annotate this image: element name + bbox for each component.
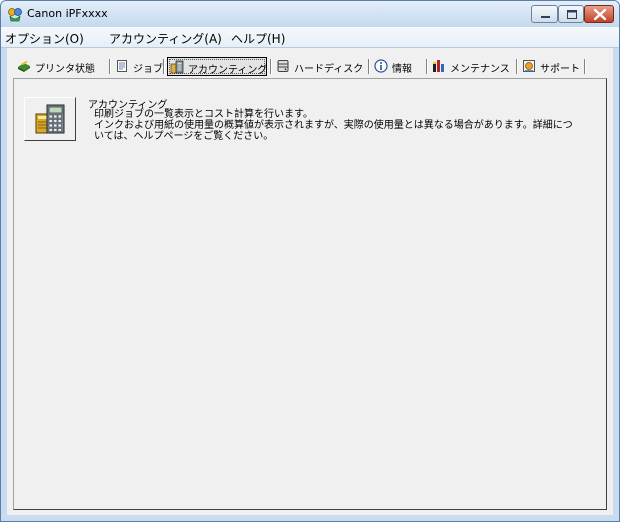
tab-label: メンテナンス	[450, 64, 510, 75]
tab-label: 情報	[392, 64, 412, 75]
minimize-button[interactable]	[531, 5, 558, 23]
tab-separator	[368, 59, 370, 74]
tab-label: アカウンティング	[188, 65, 268, 76]
maintenance-icon	[433, 60, 444, 72]
tab-separator	[270, 59, 272, 74]
tab-hard-disk[interactable]: ハードディスク	[274, 57, 366, 76]
job-icon	[117, 60, 127, 72]
description-line: 印刷ジョブの一覧表示とコスト計算を行います。	[94, 109, 313, 120]
close-button[interactable]	[584, 5, 614, 23]
title-bar[interactable]: Canon iPFxxxx	[1, 1, 619, 27]
info-icon	[374, 59, 388, 73]
minimize-icon	[541, 16, 550, 18]
tab-maintenance[interactable]: メンテナンス	[430, 57, 514, 76]
accounting-calculator-icon	[35, 104, 65, 134]
tab-separator	[163, 59, 165, 74]
menu-bar: オプション(O) アカウンティング(A) ヘルプ(H)	[1, 27, 619, 48]
client-area: プリンタ状態 ジョブ アカウンティング ハードディスク 情報 メンテナンス サポ…	[7, 48, 613, 515]
application-window: Canon iPFxxxx オプション(O) アカウンティング(A) ヘルプ(H…	[0, 0, 620, 522]
canon-app-icon	[8, 8, 22, 22]
menu-accounting[interactable]: アカウンティング(A)	[109, 30, 222, 47]
tab-info[interactable]: 情報	[372, 57, 424, 76]
description-line: インクおよび用紙の使用量の概算値が表示されますが、実際の使用量とは異なる場合があ…	[94, 120, 573, 131]
tab-label: プリンタ状態	[35, 64, 95, 75]
maximize-button[interactable]	[558, 5, 584, 23]
description-line: いては、ヘルプページをご覧ください。	[94, 131, 274, 142]
tab-label: ジョブ	[133, 64, 163, 75]
tab-separator	[584, 59, 586, 74]
hard-disk-icon	[277, 60, 289, 72]
printer-status-icon	[18, 61, 30, 72]
tab-separator	[109, 59, 111, 74]
tab-label: ハードディスク	[294, 64, 364, 75]
accounting-panel: アカウンティング 印刷ジョブの一覧表示とコスト計算を行います。 インクおよび用紙…	[13, 78, 607, 510]
tab-printer-status[interactable]: プリンタ状態	[15, 57, 107, 76]
tab-separator	[516, 59, 518, 74]
tab-job[interactable]: ジョブ	[113, 57, 163, 76]
accounting-description: 印刷ジョブの一覧表示とコスト計算を行います。 インクおよび用紙の使用量の概算値が…	[94, 109, 594, 142]
accounting-icon	[170, 60, 184, 74]
support-icon	[523, 60, 535, 72]
menu-help[interactable]: ヘルプ(H)	[231, 30, 285, 47]
window-title: Canon iPFxxxx	[27, 7, 108, 20]
tab-strip: プリンタ状態 ジョブ アカウンティング ハードディスク 情報 メンテナンス サポ…	[13, 56, 607, 78]
tab-accounting[interactable]: アカウンティング	[167, 57, 267, 76]
maximize-icon	[567, 10, 577, 19]
accounting-open-button[interactable]	[24, 97, 76, 141]
close-icon	[593, 8, 607, 21]
tab-label: サポート	[540, 64, 580, 75]
menu-options[interactable]: オプション(O)	[5, 30, 84, 47]
tab-support[interactable]: サポート	[520, 57, 582, 76]
tab-separator	[426, 59, 428, 74]
